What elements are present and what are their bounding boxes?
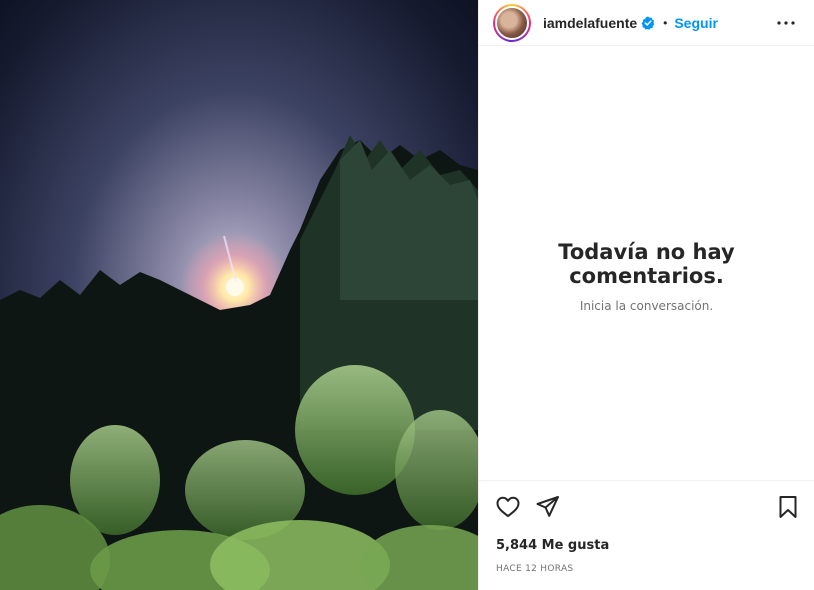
heart-icon[interactable] bbox=[495, 494, 521, 520]
post-header: iamdelafuente • Seguir bbox=[479, 0, 814, 46]
night-forest-image bbox=[0, 0, 478, 590]
avatar-story-ring[interactable] bbox=[493, 3, 531, 42]
avatar[interactable] bbox=[495, 5, 529, 40]
post-side-panel: iamdelafuente • Seguir Todavía no hay co… bbox=[478, 0, 814, 590]
post-photo[interactable] bbox=[0, 0, 478, 590]
post-timestamp[interactable]: HACE 12 HORAS bbox=[496, 564, 573, 574]
action-icon-row bbox=[479, 481, 814, 535]
comments-empty-state: Todavía no hay comentarios. Inicia la co… bbox=[479, 240, 814, 313]
separator-dot: • bbox=[663, 15, 668, 30]
verified-badge-icon bbox=[641, 16, 655, 30]
post-actions: 5,844 Me gusta HACE 12 HORAS bbox=[479, 480, 814, 590]
author-username[interactable]: iamdelafuente bbox=[543, 15, 637, 31]
more-options-icon[interactable] bbox=[776, 13, 796, 33]
empty-comments-subtitle: Inicia la conversación. bbox=[579, 299, 714, 313]
follow-button[interactable]: Seguir bbox=[674, 15, 718, 31]
bookmark-icon[interactable] bbox=[775, 494, 801, 520]
empty-comments-title: Todavía no hay comentarios. bbox=[558, 240, 735, 288]
likes-count[interactable]: 5,844 Me gusta bbox=[496, 538, 609, 553]
paper-plane-icon[interactable] bbox=[535, 494, 561, 520]
